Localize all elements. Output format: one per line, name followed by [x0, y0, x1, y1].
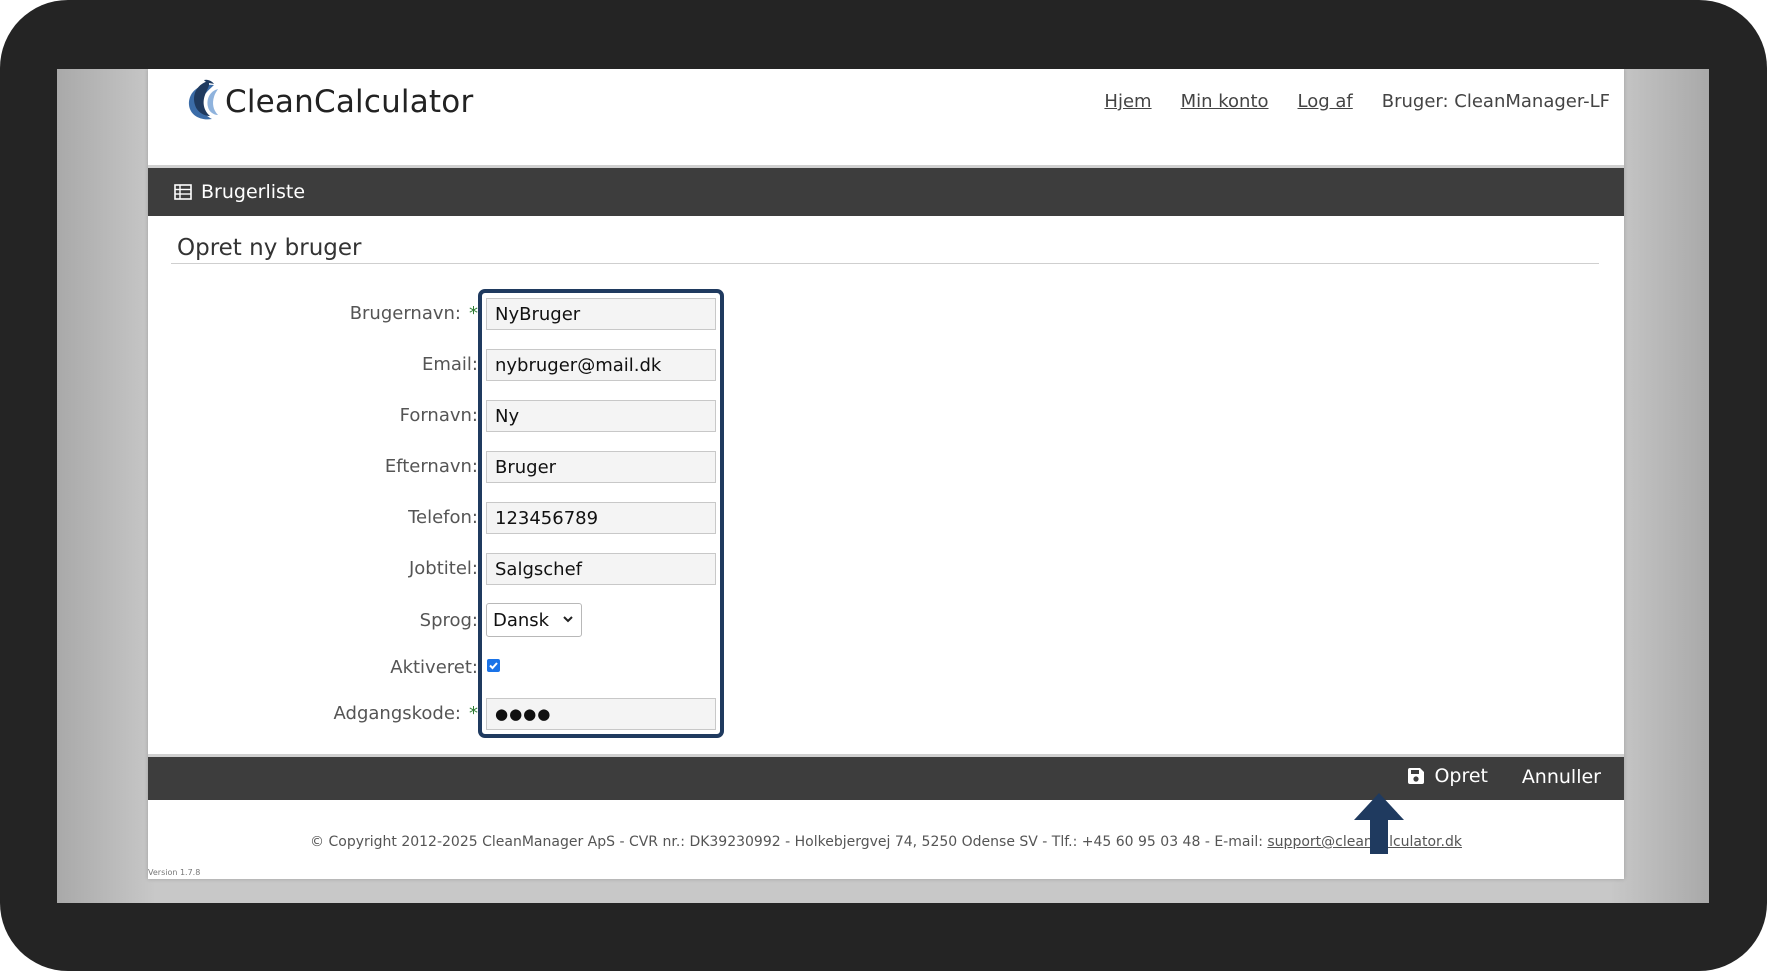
- job-title-label: Jobtitel:: [408, 558, 478, 579]
- save-icon: [1408, 768, 1425, 784]
- user-list-label: Brugerliste: [201, 181, 306, 203]
- chevron-down-icon: [563, 616, 573, 623]
- browser-viewport: CleanCalculator Hjem Min konto Log af Br…: [57, 69, 1709, 903]
- first-name-label: Fornavn:: [399, 405, 478, 426]
- create-button-label: Opret: [1434, 765, 1488, 787]
- password-label: Adgangskode:: [333, 703, 461, 724]
- language-select[interactable]: Dansk: [486, 603, 582, 637]
- table-icon: [174, 184, 192, 200]
- username-input[interactable]: [486, 298, 716, 330]
- arrow-up-icon: [1354, 793, 1404, 854]
- required-marker: *: [469, 703, 478, 724]
- logo-text: CleanCalculator: [225, 84, 474, 120]
- active-label: Aktiveret:: [390, 657, 478, 678]
- email-label: Email:: [421, 354, 478, 375]
- last-name-label: Efternavn:: [384, 456, 478, 477]
- current-user-label: Bruger: CleanManager-LF: [1381, 91, 1610, 112]
- page: CleanCalculator Hjem Min konto Log af Br…: [148, 69, 1624, 879]
- username-label: Brugernavn:: [349, 303, 461, 324]
- required-marker: *: [469, 303, 478, 324]
- device-frame: CleanCalculator Hjem Min konto Log af Br…: [0, 0, 1767, 971]
- phone-input[interactable]: [486, 502, 716, 534]
- cancel-button[interactable]: Annuller: [1522, 766, 1601, 788]
- nav-account-link[interactable]: Min konto: [1181, 91, 1269, 112]
- nav-home-link[interactable]: Hjem: [1104, 91, 1151, 112]
- divider: [171, 263, 1599, 264]
- version-label: Version 1.7.8: [148, 868, 201, 877]
- last-name-input[interactable]: [486, 451, 716, 483]
- active-checkbox[interactable]: [487, 659, 500, 672]
- nav-logout-link[interactable]: Log af: [1298, 91, 1353, 112]
- password-input[interactable]: [486, 698, 716, 730]
- top-navigation: Hjem Min konto Log af Bruger: CleanManag…: [1104, 91, 1610, 112]
- create-button[interactable]: Opret: [1407, 765, 1488, 787]
- checkmark-icon: [489, 662, 498, 670]
- logo-icon: [188, 79, 218, 120]
- job-title-input[interactable]: [486, 553, 716, 585]
- language-selected-value: Dansk: [493, 609, 550, 631]
- language-label: Sprog:: [419, 610, 478, 631]
- phone-label: Telefon:: [408, 507, 478, 528]
- email-input[interactable]: [486, 349, 716, 381]
- copyright-text: © Copyright 2012-2025 CleanManager ApS -…: [310, 834, 1268, 850]
- logo[interactable]: CleanCalculator: [184, 79, 473, 125]
- toolbar: Brugerliste: [148, 165, 1624, 216]
- page-title: Opret ny bruger: [177, 235, 362, 261]
- user-list-button[interactable]: Brugerliste: [174, 181, 305, 203]
- first-name-input[interactable]: [486, 400, 716, 432]
